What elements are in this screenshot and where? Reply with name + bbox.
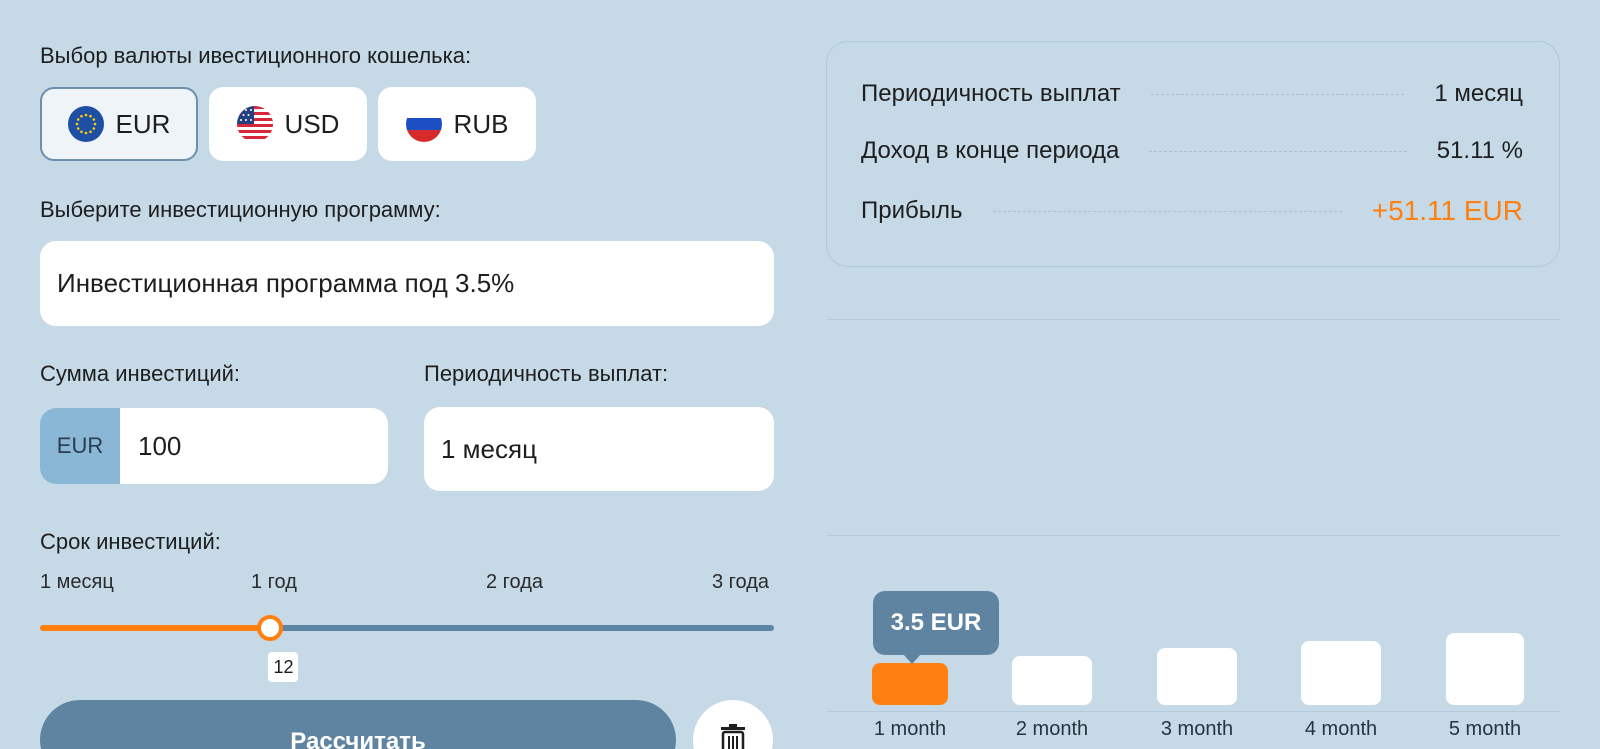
- chart-x-label: 3 month: [1160, 718, 1234, 740]
- summary-row: Периодичность выплат 1 месяц: [861, 76, 1523, 112]
- summary-value: 1 месяц: [1434, 80, 1523, 107]
- trash-icon: [720, 724, 746, 749]
- profit-value: +51.11 EUR: [1371, 195, 1523, 226]
- term-tick: 1 год: [251, 571, 297, 593]
- amount-field: EUR: [40, 408, 388, 484]
- chart-x-label: 2 month: [1015, 718, 1089, 740]
- divider: [826, 319, 1560, 320]
- term-slider-thumb[interactable]: [257, 615, 284, 641]
- currency-button-usd[interactable]: USD: [209, 87, 367, 161]
- chart-bar[interactable]: [1012, 655, 1092, 705]
- chart-x-label: 5 month: [1448, 718, 1522, 740]
- chart-tooltip: 3.5 EUR: [873, 591, 999, 664]
- amount-currency-prefix: EUR: [40, 408, 120, 484]
- chart-bar[interactable]: [1157, 648, 1237, 705]
- summary-label: Периодичность выплат: [861, 80, 1121, 107]
- payout-label: Периодичность выплат:: [424, 361, 669, 386]
- term-label: Срок инвестиций:: [40, 529, 221, 554]
- delete-button[interactable]: [693, 700, 773, 749]
- eu-flag-icon: [67, 106, 104, 142]
- program-select[interactable]: Инвестиционная программа под 3.5%: [40, 241, 774, 326]
- chart-baseline: [826, 711, 1560, 712]
- summary-dots: [992, 210, 1342, 212]
- amount-label: Сумма инвестиций:: [40, 361, 241, 386]
- term-tick: 2 года: [486, 571, 544, 593]
- summary-dots: [1149, 150, 1407, 152]
- chart-bar[interactable]: [872, 663, 948, 705]
- summary-label: Прибыль: [861, 197, 963, 224]
- summary-card: Периодичность выплат 1 месяц Доход в кон…: [826, 41, 1560, 267]
- summary-label: Доход в конце периода: [861, 137, 1120, 164]
- chart-bar[interactable]: [1301, 640, 1381, 705]
- payout-value: 1 месяц: [441, 433, 537, 464]
- calculate-button[interactable]: Рассчитать: [40, 700, 676, 749]
- currency-label: Выбор валюты ивестиционного кошелька:: [40, 43, 472, 68]
- summary-value: 51.11 %: [1436, 137, 1523, 164]
- currency-button-eur[interactable]: EUR: [40, 87, 198, 161]
- ru-flag-icon: [405, 106, 442, 142]
- currency-code: USD: [284, 108, 340, 139]
- chart-bar[interactable]: [1446, 633, 1524, 705]
- program-label: Выберите инвестиционную программу:: [40, 197, 441, 222]
- term-slider-value: 12: [268, 652, 299, 682]
- amount-input[interactable]: [120, 430, 380, 462]
- currency-button-rub[interactable]: RUB: [378, 87, 536, 161]
- us-flag-icon: [236, 106, 273, 142]
- payout-select[interactable]: 1 месяц: [424, 407, 774, 491]
- chart-x-label: 4 month: [1304, 718, 1378, 740]
- term-tick: 1 месяц: [40, 571, 114, 593]
- chart-x-label: 1 month: [873, 718, 947, 740]
- summary-row: Прибыль +51.11 EUR: [861, 193, 1523, 229]
- program-value: Инвестиционная программа под 3.5%: [57, 268, 515, 298]
- divider: [826, 535, 1560, 536]
- term-tick: 3 года: [712, 571, 770, 593]
- summary-row: Доход в конце периода 51.11 %: [861, 133, 1523, 169]
- currency-code: RUB: [453, 108, 509, 139]
- currency-code: EUR: [115, 108, 171, 139]
- summary-dots: [1150, 93, 1405, 95]
- term-slider-fill: [40, 625, 271, 631]
